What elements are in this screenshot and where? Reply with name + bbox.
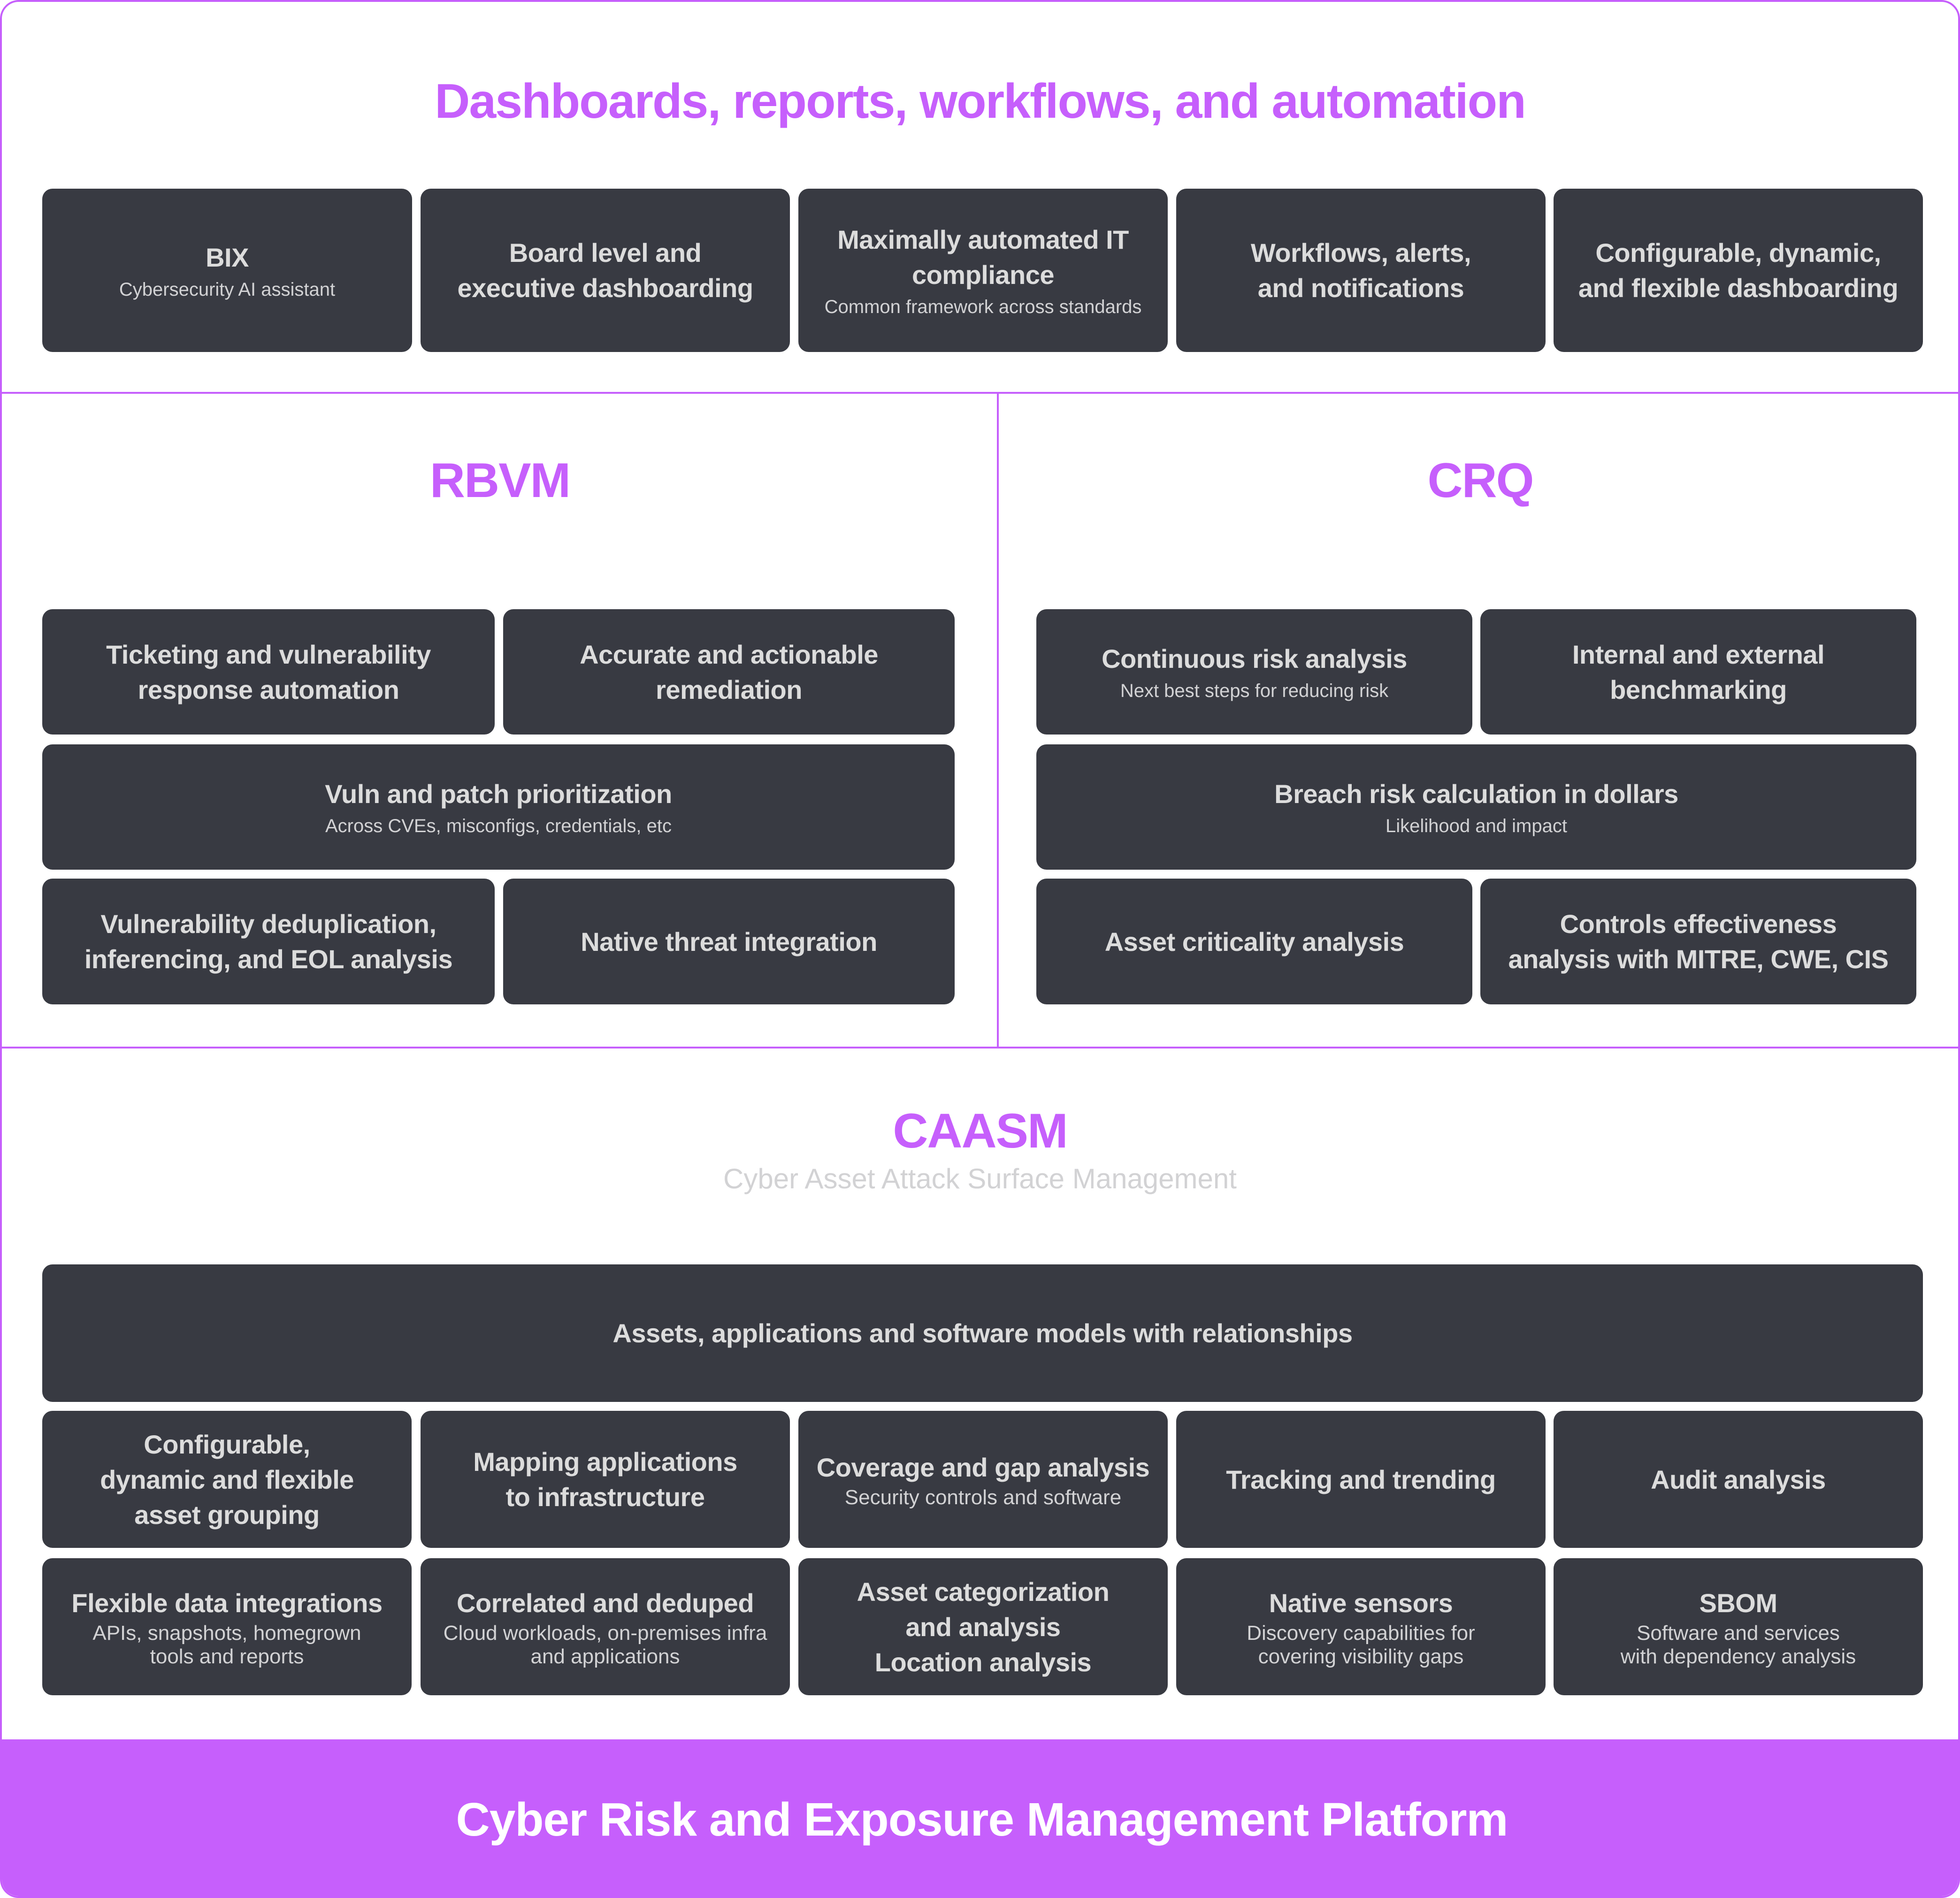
card-title: Maximally automated IT compliance <box>837 225 1129 290</box>
card-subtitle: Across CVEs, misconfigs, credentials, et… <box>325 816 672 836</box>
card-vuln-prioritization: Vuln and patch prioritization Across CVE… <box>42 744 955 870</box>
card-title: Vulnerability deduplication, inferencing… <box>84 909 453 974</box>
card-flexible-dashboarding: Configurable, dynamic, and flexible dash… <box>1554 189 1923 352</box>
card-title: Asset categorization and analysis Locati… <box>857 1577 1110 1677</box>
card-controls-effectiveness: Controls effectiveness analysis with MIT… <box>1480 879 1916 1004</box>
section-title-dashboards: Dashboards, reports, workflows, and auto… <box>435 74 1526 129</box>
card-bix: BIX Cybersecurity AI assistant <box>42 189 412 352</box>
card-title: Native threat integration <box>581 926 877 957</box>
card-it-compliance: Maximally automated IT compliance Common… <box>798 189 1168 352</box>
card-title: Configurable, dynamic and flexible asset… <box>100 1429 354 1530</box>
card-subtitle: Likelihood and impact <box>1386 816 1567 836</box>
card-board-dashboarding: Board level and executive dashboarding <box>421 189 790 352</box>
card-mapping-applications: Mapping applications to infrastructure <box>421 1411 790 1548</box>
card-workflows-alerts: Workflows, alerts, and notifications <box>1176 189 1546 352</box>
card-asset-grouping: Configurable, dynamic and flexible asset… <box>42 1411 412 1548</box>
section-title-caasm: CAASM <box>893 1104 1068 1158</box>
card-vuln-deduplication: Vulnerability deduplication, inferencing… <box>42 879 495 1004</box>
card-audit-analysis: Audit analysis <box>1554 1411 1923 1548</box>
card-subtitle: Common framework across standards <box>824 297 1142 317</box>
card-asset-categorization: Asset categorization and analysis Locati… <box>798 1558 1168 1695</box>
card-subtitle: Next best steps for reducing risk <box>1120 681 1389 701</box>
card-title: Assets, applications and software models… <box>612 1318 1353 1348</box>
card-data-integrations: Flexible data integrations APIs, snapsho… <box>42 1558 412 1695</box>
card-title: Controls effectiveness analysis with MIT… <box>1508 909 1889 974</box>
card-subtitle: APIs, snapshots, homegrown tools and rep… <box>92 1621 361 1668</box>
card-subtitle: Security controls and software <box>844 1485 1122 1509</box>
card-title: Breach risk calculation in dollars <box>1274 779 1678 809</box>
platform-title: Cyber Risk and Exposure Management Platf… <box>456 1793 1508 1846</box>
card-title: Audit analysis <box>1651 1464 1826 1494</box>
card-title: Mapping applications to infrastructure <box>473 1447 737 1512</box>
card-title: Correlated and deduped <box>456 1588 754 1618</box>
card-ticketing-automation: Ticketing and vulnerability response aut… <box>42 609 495 735</box>
card-subtitle: Software and services with dependency an… <box>1620 1621 1856 1668</box>
card-coverage-gap: Coverage and gap analysis Security contr… <box>798 1411 1168 1548</box>
card-title: Board level and executive dashboarding <box>457 238 753 303</box>
section-subtitle-caasm: Cyber Asset Attack Surface Management <box>723 1163 1237 1194</box>
card-actionable-remediation: Accurate and actionable remediation <box>503 609 955 735</box>
card-sbom: SBOM Software and services with dependen… <box>1554 1558 1923 1695</box>
platform-diagram: Dashboards, reports, workflows, and auto… <box>0 0 1960 1898</box>
card-title: Workflows, alerts, and notifications <box>1250 238 1471 303</box>
card-title: Tracking and trending <box>1226 1464 1496 1494</box>
section-title-crq: CRQ <box>1427 453 1534 508</box>
card-breach-risk: Breach risk calculation in dollars Likel… <box>1036 744 1916 870</box>
card-benchmarking: Internal and external benchmarking <box>1480 609 1916 735</box>
card-title: Internal and external benchmarking <box>1572 639 1825 704</box>
card-title: Coverage and gap analysis <box>816 1452 1150 1482</box>
card-title: Flexible data integrations <box>71 1588 383 1618</box>
card-title: Accurate and actionable remediation <box>580 639 878 704</box>
section-divider <box>2 392 1958 394</box>
platform-footer-banner: Cyber Risk and Exposure Management Platf… <box>2 1739 1958 1896</box>
card-correlated-deduped: Correlated and deduped Cloud workloads, … <box>421 1558 790 1695</box>
card-native-threat: Native threat integration <box>503 879 955 1004</box>
card-asset-criticality: Asset criticality analysis <box>1036 879 1472 1004</box>
card-continuous-risk: Continuous risk analysis Next best steps… <box>1036 609 1472 735</box>
card-title: Asset criticality analysis <box>1104 926 1404 957</box>
card-subtitle: Cloud workloads, on-premises infra and a… <box>443 1621 767 1668</box>
card-title: Configurable, dynamic, and flexible dash… <box>1578 238 1899 303</box>
card-subtitle: Discovery capabilities for covering visi… <box>1247 1621 1475 1668</box>
card-subtitle: Cybersecurity AI assistant <box>119 279 336 300</box>
card-title: BIX <box>206 242 249 272</box>
section-title-rbvm: RBVM <box>429 453 571 508</box>
card-title: Native sensors <box>1269 1588 1453 1618</box>
card-native-sensors: Native sensors Discovery capabilities fo… <box>1176 1558 1546 1695</box>
section-divider <box>2 1047 1958 1048</box>
card-title: SBOM <box>1699 1588 1778 1618</box>
card-title: Ticketing and vulnerability response aut… <box>106 639 431 704</box>
card-title: Continuous risk analysis <box>1102 644 1407 673</box>
card-tracking-trending: Tracking and trending <box>1176 1411 1546 1548</box>
card-asset-models: Assets, applications and software models… <box>42 1264 1923 1402</box>
card-title: Vuln and patch prioritization <box>325 779 672 809</box>
